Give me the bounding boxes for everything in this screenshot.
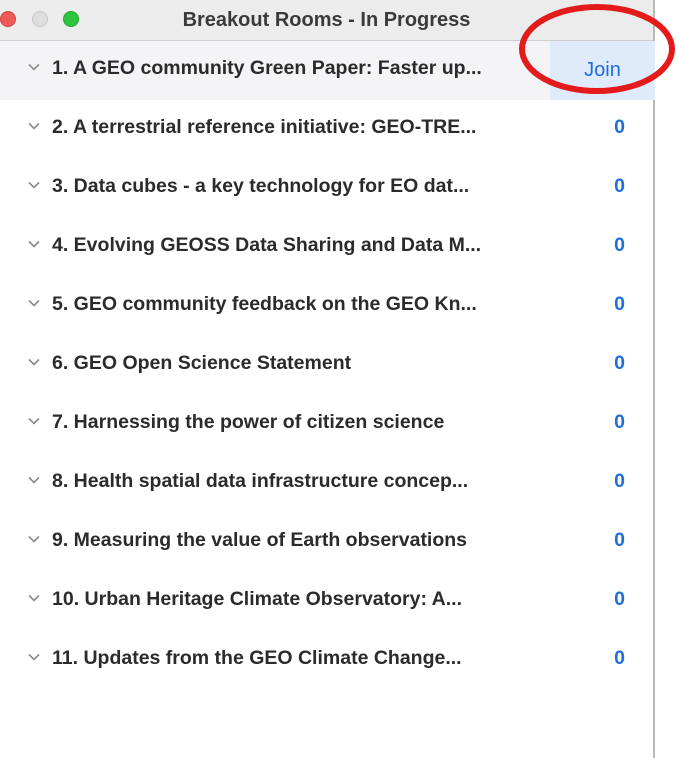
breakout-room-name: 8. Health spatial data infrastructure co… [52, 470, 469, 492]
breakout-room-row[interactable]: 8. Health spatial data infrastructure co… [0, 454, 653, 513]
breakout-room-row[interactable]: 2. A terrestrial reference initiative: G… [0, 100, 653, 159]
chevron-down-icon[interactable] [27, 60, 41, 74]
breakout-room-row[interactable]: 9. Measuring the value of Earth observat… [0, 513, 653, 572]
breakout-rooms-window: Breakout Rooms - In Progress 1. A GEO co… [0, 0, 655, 758]
breakout-room-row[interactable]: 7. Harnessing the power of citizen scien… [0, 395, 653, 454]
breakout-room-list: 1. A GEO community Green Paper: Faster u… [0, 41, 655, 690]
chevron-down-icon[interactable] [27, 532, 41, 546]
chevron-down-icon[interactable] [27, 296, 41, 310]
participant-count: 0 [614, 470, 625, 492]
participant-count: 0 [614, 411, 625, 433]
breakout-room-name: 4. Evolving GEOSS Data Sharing and Data … [52, 234, 482, 256]
breakout-room-row[interactable]: 3. Data cubes - a key technology for EO … [0, 159, 653, 218]
participant-count: 0 [614, 175, 625, 197]
breakout-room-name: 9. Measuring the value of Earth observat… [52, 529, 468, 551]
breakout-room-name: 3. Data cubes - a key technology for EO … [52, 175, 470, 197]
breakout-room-row[interactable]: 5. GEO community feedback on the GEO Kn.… [0, 277, 653, 336]
breakout-room-name: 11. Updates from the GEO Climate Change.… [52, 647, 462, 669]
participant-count: 0 [614, 234, 625, 256]
chevron-down-icon[interactable] [27, 650, 41, 664]
participant-count: 0 [614, 588, 625, 610]
chevron-down-icon[interactable] [27, 591, 41, 605]
chevron-down-icon[interactable] [27, 473, 41, 487]
participant-count: 0 [614, 293, 625, 315]
breakout-room-name: 1. A GEO community Green Paper: Faster u… [52, 57, 482, 79]
breakout-room-row[interactable]: 11. Updates from the GEO Climate Change.… [0, 631, 653, 690]
highlight-circle-annotation [519, 4, 675, 94]
participant-count: 0 [614, 352, 625, 374]
breakout-room-name: 2. A terrestrial reference initiative: G… [52, 116, 477, 138]
chevron-down-icon[interactable] [27, 119, 41, 133]
participant-count: 0 [614, 647, 625, 669]
chevron-down-icon[interactable] [27, 355, 41, 369]
breakout-room-name: 6. GEO Open Science Statement [52, 352, 352, 374]
chevron-down-icon[interactable] [27, 178, 41, 192]
breakout-room-row[interactable]: 6. GEO Open Science Statement 0 [0, 336, 653, 395]
participant-count: 0 [614, 116, 625, 138]
breakout-room-row[interactable]: 10. Urban Heritage Climate Observatory: … [0, 572, 653, 631]
breakout-room-name: 7. Harnessing the power of citizen scien… [52, 411, 445, 433]
chevron-down-icon[interactable] [27, 237, 41, 251]
breakout-room-name: 5. GEO community feedback on the GEO Kn.… [52, 293, 477, 315]
participant-count: 0 [614, 529, 625, 551]
breakout-room-name: 10. Urban Heritage Climate Observatory: … [52, 588, 462, 610]
breakout-room-row[interactable]: 4. Evolving GEOSS Data Sharing and Data … [0, 218, 653, 277]
chevron-down-icon[interactable] [27, 414, 41, 428]
